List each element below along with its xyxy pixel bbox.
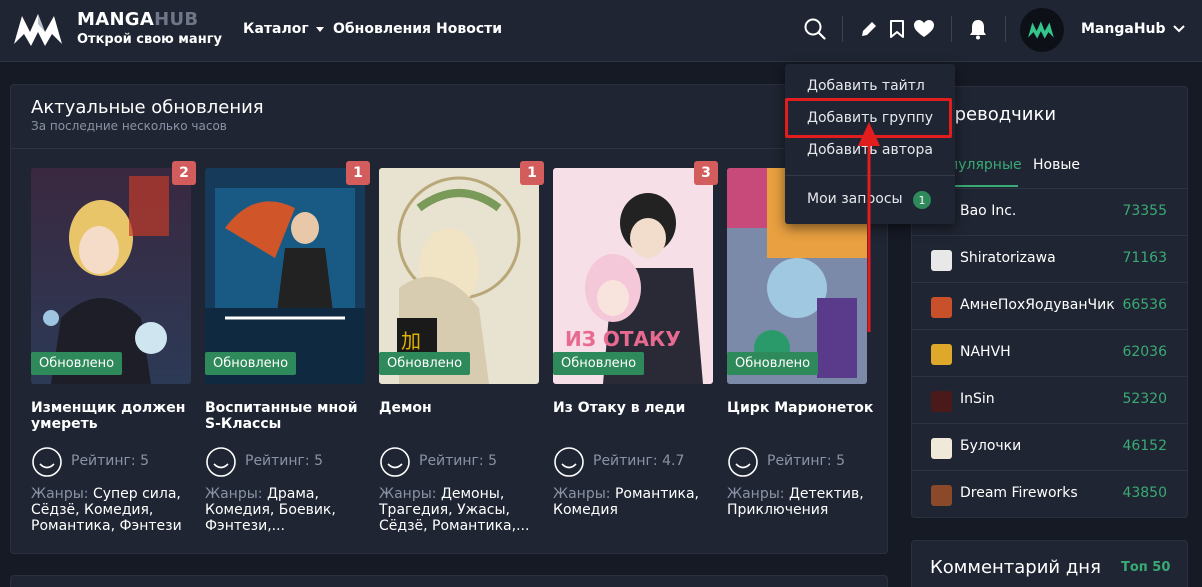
translator-row[interactable]: АмнеПохЯодуванЧик 66536: [912, 282, 1188, 329]
header-divider: [842, 16, 843, 42]
translator-name: Dream Fireworks: [960, 485, 1078, 501]
menu-item-add-title[interactable]: Добавить тайтл: [807, 78, 925, 94]
manga-title[interactable]: Изменщик должен умереть: [31, 400, 191, 432]
translator-score: 66536: [1122, 297, 1167, 313]
updates-subtitle: За последние несколько часов: [31, 119, 227, 133]
translator-avatar: [931, 485, 952, 506]
rating-row: Рейтинг: 5: [727, 446, 897, 478]
updated-label: Обновлено: [205, 352, 297, 375]
translator-score: 52320: [1122, 391, 1167, 407]
nav-updates[interactable]: Обновления: [333, 21, 431, 37]
nav-news[interactable]: Новости: [436, 21, 502, 37]
genres: Жанры: Детектив, Приключения: [727, 486, 864, 518]
translator-score: 73355: [1122, 203, 1167, 219]
rating-row: Рейтинг: 5: [379, 446, 549, 478]
genres: Жанры: Романтика, Комедия: [553, 486, 699, 518]
translator-row[interactable]: Dream Fireworks 43850: [912, 470, 1188, 517]
rating-text: Рейтинг: 5: [767, 453, 845, 469]
translator-score: 71163: [1122, 250, 1167, 266]
bell-icon[interactable]: [966, 17, 990, 41]
translator-name: АмнеПохЯодуванЧик: [960, 297, 1115, 313]
translator-name: NAHVH: [960, 344, 1011, 360]
translator-score: 62036: [1122, 344, 1167, 360]
logo-icon[interactable]: [12, 10, 68, 50]
genres: Жанры: Супер сила, Сёдзё, Комедия, Роман…: [31, 486, 182, 534]
svg-text:ИЗ ОТАКУ: ИЗ ОТАКУ: [565, 327, 681, 351]
manga-title[interactable]: Цирк Марионеток: [727, 400, 887, 416]
genres: Жанры: Демоны, Трагедия, Ужасы, Сёдзё, Р…: [379, 486, 530, 534]
manga-cover[interactable]: ИЗ ОТАКУ Обновлено: [553, 168, 713, 384]
rating-text: Рейтинг: 5: [419, 453, 497, 469]
requests-count-badge: 1: [913, 191, 931, 209]
rating-row: Рейтинг: 4.7: [553, 446, 723, 478]
updated-label: Обновлено: [553, 352, 645, 375]
translator-score: 46152: [1122, 438, 1167, 454]
manga-card[interactable]: Обновлено 2 Изменщик должен умереть Рейт…: [31, 161, 196, 534]
rating-text: Рейтинг: 4.7: [593, 453, 685, 469]
rating-row: Рейтинг: 5: [205, 446, 375, 478]
manga-title[interactable]: Из Отаку в леди: [553, 400, 713, 416]
nav-catalog[interactable]: Каталог: [243, 21, 324, 37]
brand-tagline: Открой свою мангу: [77, 32, 222, 47]
translator-name: Bao Inc.: [960, 203, 1017, 219]
updated-label: Обновлено: [31, 352, 123, 375]
smiley-icon: [206, 447, 236, 477]
translator-row[interactable]: Булочки 46152: [912, 423, 1188, 470]
chevron-down-icon: [315, 26, 324, 32]
translator-avatar: [931, 391, 952, 412]
rating-text: Рейтинг: 5: [245, 453, 323, 469]
translator-avatar: [931, 438, 952, 459]
manga-card[interactable]: 加 Обновлено 1 Демон Рейтинг: 5 Жанры: Де…: [379, 161, 544, 534]
next-section-panel: [10, 575, 888, 587]
translator-score: 43850: [1122, 485, 1167, 501]
genres: Жанры: Драма, Комедия, Боевик, Фэнтези,.…: [205, 486, 336, 534]
translator-name: InSin: [960, 391, 995, 407]
heart-icon[interactable]: [912, 17, 936, 41]
manga-title[interactable]: Воспитанные мной S-Классы: [205, 400, 365, 432]
updates-title: Актуальные обновления: [31, 97, 264, 118]
updates-divider: [11, 148, 887, 149]
translator-name: Shiratorizawa: [960, 250, 1056, 266]
pencil-icon[interactable]: [857, 17, 881, 41]
translator-row[interactable]: InSin 52320: [912, 376, 1188, 423]
smiley-icon: [554, 447, 584, 477]
svg-text:加: 加: [401, 329, 421, 353]
chevron-down-icon[interactable]: [1167, 17, 1191, 41]
translator-avatar: [931, 250, 952, 271]
bookmark-icon[interactable]: [885, 17, 909, 41]
chapter-count-badge: 3: [694, 161, 718, 185]
manga-cover[interactable]: Обновлено: [205, 168, 365, 384]
smiley-icon: [728, 447, 758, 477]
comments-title: Комментарий дня: [930, 557, 1101, 578]
search-icon[interactable]: [803, 17, 827, 41]
translator-row[interactable]: Shiratorizawa 71163: [912, 235, 1188, 282]
brand-name[interactable]: MANGAHUB: [77, 9, 198, 30]
header-divider: [951, 16, 952, 42]
annotation-arrow-icon: [858, 122, 880, 332]
manga-card[interactable]: ИЗ ОТАКУ Обновлено 3 Из Отаку в леди Рей…: [553, 161, 718, 518]
rating-text: Рейтинг: 5: [71, 453, 149, 469]
chapter-count-badge: 1: [520, 161, 544, 185]
updated-label: Обновлено: [727, 352, 819, 375]
username[interactable]: MangaHub: [1081, 21, 1166, 37]
smiley-icon: [32, 447, 62, 477]
smiley-icon: [380, 447, 410, 477]
rating-row: Рейтинг: 5: [31, 446, 201, 478]
manga-title[interactable]: Демон: [379, 400, 539, 416]
translator-row[interactable]: NAHVH 62036: [912, 329, 1188, 376]
manga-cover[interactable]: 加 Обновлено: [379, 168, 539, 384]
tab-new[interactable]: Новые: [1033, 157, 1080, 173]
manga-cover[interactable]: Обновлено: [31, 168, 191, 384]
top-50-link[interactable]: Топ 50: [1121, 560, 1170, 575]
translator-avatar: [931, 344, 952, 365]
header-divider: [1005, 16, 1006, 42]
updated-label: Обновлено: [379, 352, 471, 375]
chapter-count-badge: 2: [172, 161, 196, 185]
top-header: MANGAHUB Открой свою мангу Каталог Обнов…: [0, 0, 1202, 62]
manga-card[interactable]: Обновлено 1 Воспитанные мной S-Классы Ре…: [205, 161, 370, 534]
translator-avatar: [931, 297, 952, 318]
translator-name: Булочки: [960, 438, 1022, 454]
chapter-count-badge: 1: [346, 161, 370, 185]
avatar[interactable]: [1020, 8, 1064, 52]
